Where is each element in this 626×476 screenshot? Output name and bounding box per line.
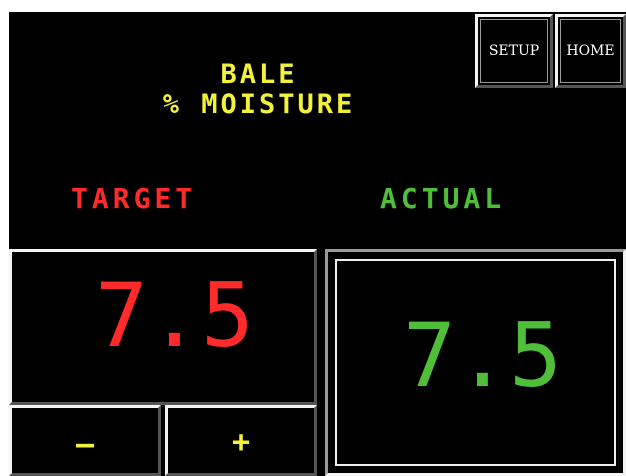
- setup-button-inner-border: [480, 19, 548, 83]
- increase-button[interactable]: +: [165, 405, 317, 476]
- actual-label: ACTUAL: [380, 182, 506, 215]
- setup-button[interactable]: SETUP: [475, 14, 553, 88]
- page-title-line1: BALE: [220, 59, 298, 90]
- home-button[interactable]: HOME: [555, 14, 626, 88]
- minus-icon: —: [75, 427, 95, 462]
- actual-value-panel: 7.5: [325, 249, 626, 476]
- page-title-line2: % MOISTURE: [162, 89, 356, 120]
- actual-value: 7.5: [403, 304, 562, 407]
- hmi-screen: SETUP HOME BALE % MOISTURE TARGET ACTUAL…: [9, 12, 626, 476]
- target-value-panel: 7.5: [9, 249, 317, 405]
- target-label: TARGET: [71, 182, 197, 215]
- decrease-button[interactable]: —: [9, 405, 161, 476]
- plus-icon: +: [231, 425, 251, 460]
- home-button-inner-border: [560, 19, 621, 83]
- target-value: 7.5: [95, 264, 254, 367]
